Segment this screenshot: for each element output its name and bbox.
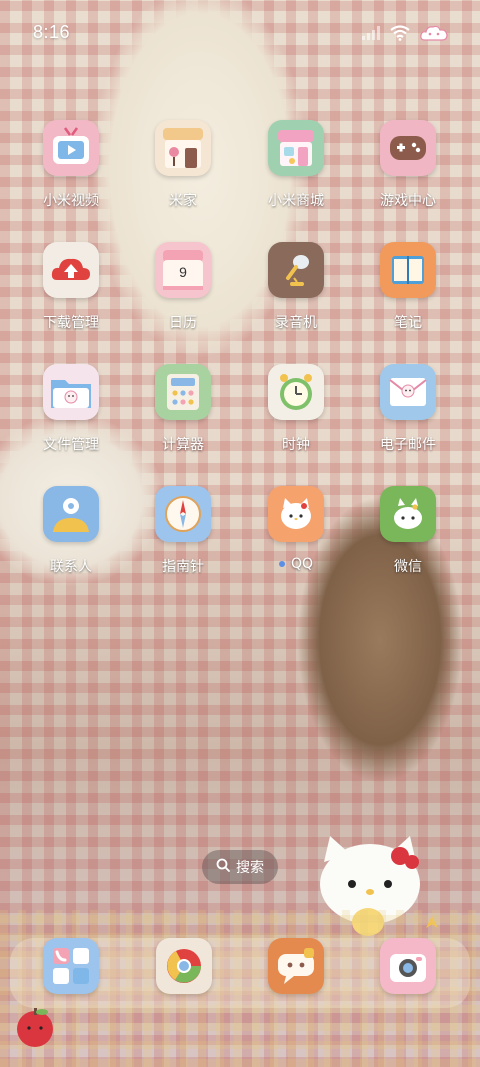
app-wechat[interactable]: 微信: [358, 486, 458, 576]
app-label: 游戏中心: [380, 193, 436, 209]
app-calculator[interactable]: 计算器: [133, 364, 233, 454]
calculator-icon: [155, 364, 211, 420]
app-label: 小米视频: [43, 193, 99, 209]
app-qq[interactable]: QQ: [246, 486, 346, 572]
camera-icon[interactable]: [380, 938, 436, 994]
app-label: 笔记: [394, 315, 422, 331]
signal-icon: [362, 26, 380, 40]
app-label: 文件管理: [43, 437, 99, 453]
folder-icon: [43, 364, 99, 420]
status-icons: [362, 24, 448, 42]
video-tv-icon: [43, 120, 99, 176]
app-mijia[interactable]: 米家: [133, 120, 233, 210]
app-label: 录音机: [275, 315, 317, 331]
app-label: 微信: [394, 559, 422, 575]
wechat-icon: [380, 486, 436, 542]
app-email[interactable]: 电子邮件: [358, 364, 458, 454]
app-contacts[interactable]: 联系人: [21, 486, 121, 576]
app-label: 日历: [169, 315, 197, 331]
app-notes[interactable]: 笔记: [358, 242, 458, 332]
app-download-manager[interactable]: 下载管理: [21, 242, 121, 332]
status-bar: 8:16: [0, 0, 480, 64]
app-label: 电子邮件: [380, 437, 436, 453]
app-label: QQ: [246, 556, 346, 572]
app-clock[interactable]: 时钟: [246, 364, 346, 454]
qq-cat-icon: [268, 486, 324, 542]
apple-sticker: [12, 1004, 58, 1050]
status-time: 8:16: [33, 22, 71, 42]
cloud-battery-icon: [420, 24, 448, 42]
browser-icon[interactable]: [156, 938, 212, 994]
search-label: 搜索: [236, 860, 264, 876]
app-label-text: QQ: [290, 556, 314, 572]
app-label: 米家: [169, 193, 197, 209]
compass-icon: [155, 486, 211, 542]
search-icon: [216, 858, 230, 876]
app-xiaomi-store[interactable]: 小米商城: [246, 120, 346, 210]
messages-icon[interactable]: [268, 938, 324, 994]
app-label: 下载管理: [43, 315, 99, 331]
gamepad-icon: [380, 120, 436, 176]
app-label: 计算器: [162, 437, 204, 453]
calendar-date: 9: [179, 264, 187, 280]
wifi-icon: [390, 25, 410, 41]
phone-icon[interactable]: [43, 938, 99, 994]
app-calendar[interactable]: 9 日历: [133, 242, 233, 332]
notes-icon: [380, 242, 436, 298]
app-label: 联系人: [50, 559, 92, 575]
app-label: 时钟: [282, 437, 310, 453]
app-xiaomi-video[interactable]: 小米视频: [21, 120, 121, 210]
store-icon: [268, 120, 324, 176]
contacts-icon: [43, 486, 99, 542]
microphone-icon: [268, 242, 324, 298]
update-dot: [278, 561, 285, 567]
calendar-icon: 9: [155, 242, 211, 298]
app-file-manager[interactable]: 文件管理: [21, 364, 121, 454]
app-recorder[interactable]: 录音机: [246, 242, 346, 332]
mail-icon: [380, 364, 436, 420]
home-icon: [155, 120, 211, 176]
search-button[interactable]: 搜索: [202, 850, 278, 884]
app-label: 指南针: [162, 559, 204, 575]
download-icon: [43, 242, 99, 298]
app-game-center[interactable]: 游戏中心: [358, 120, 458, 210]
clock-icon: [268, 364, 324, 420]
app-compass[interactable]: 指南针: [133, 486, 233, 576]
app-label: 小米商城: [268, 193, 324, 209]
